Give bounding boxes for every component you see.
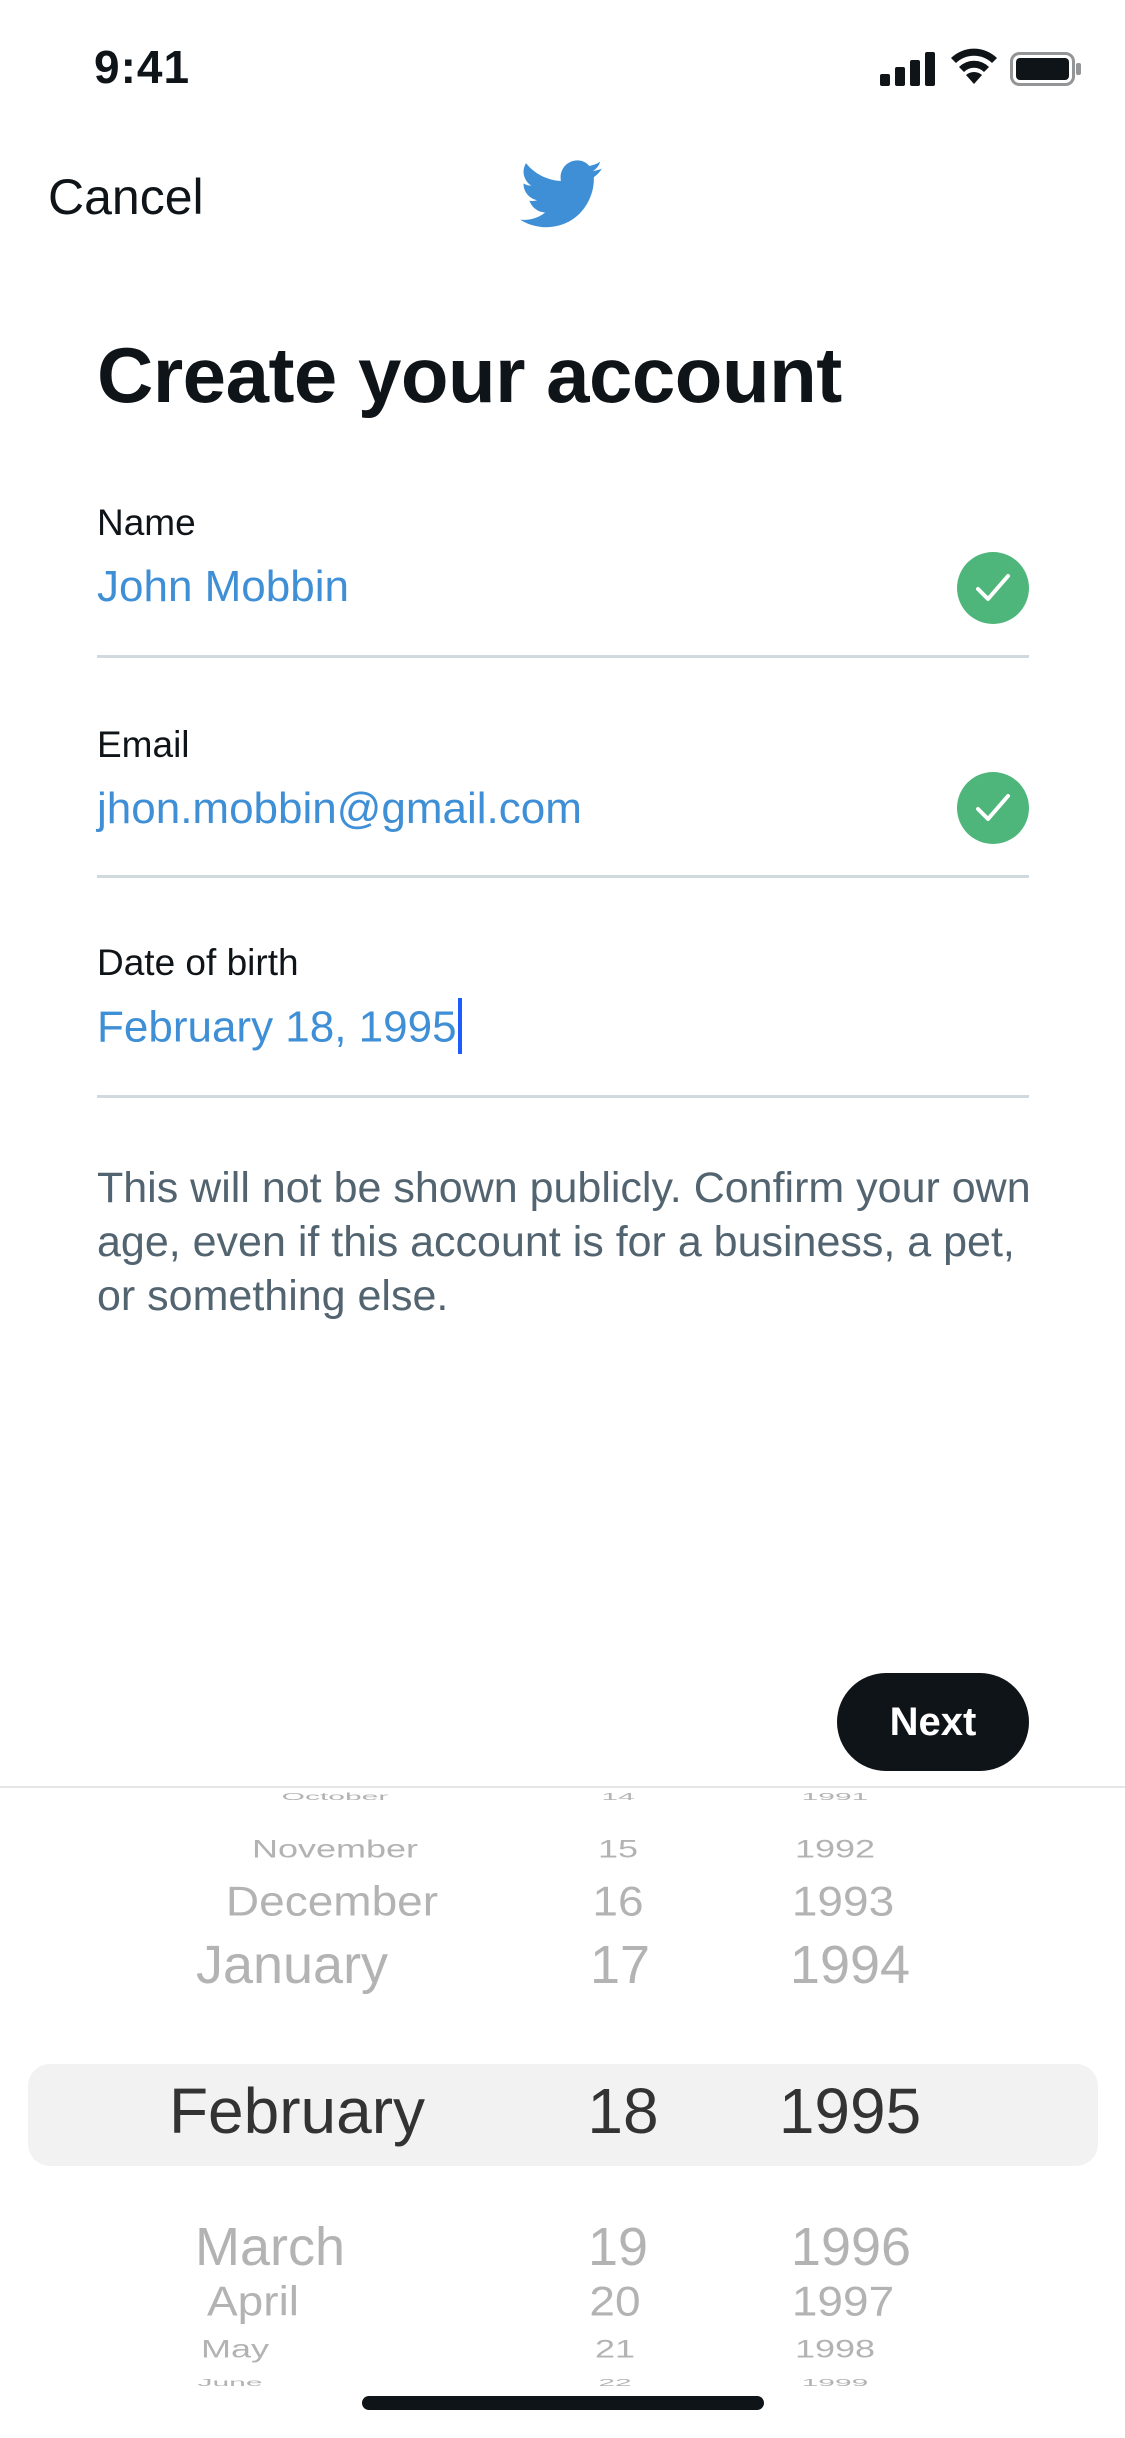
name-label: Name [97,502,196,543]
cancel-button[interactable]: Cancel [48,168,204,226]
battery-icon [1010,52,1081,86]
status-bar: 9:41 [0,0,1125,140]
date-of-birth-label: Date of birth [97,942,299,983]
picker-year-1991[interactable]: 1991 [625,1791,1045,1803]
status-time: 9:41 [94,41,191,93]
name-field[interactable]: Name John Mobbin [97,500,1029,658]
picker-year-1992[interactable]: 1992 [625,1834,1045,1863]
email-valid-check-icon [957,772,1029,844]
picker-year-1998[interactable]: 1998 [625,2334,1045,2363]
cellular-signal-icon [880,52,935,86]
home-indicator [362,2396,764,2410]
date-of-birth-field[interactable]: Date of birth February 18, 1995 [97,940,1029,1098]
picker-year-1995[interactable]: 1995 [640,2074,1060,2148]
picker-month-June[interactable]: June [20,2377,440,2389]
wifi-icon [951,48,997,84]
email-field[interactable]: Email jhon.mobbin@gmail.com [97,722,1029,878]
date-picker[interactable]: October November December January February Ma… [0,1786,1125,2438]
text-cursor [457,998,462,1054]
picker-year-1997[interactable]: 1997 [633,2277,1053,2326]
next-button[interactable]: Next [837,1673,1029,1771]
name-valid-check-icon [957,552,1029,624]
name-input[interactable]: John Mobbin [97,562,349,612]
picker-year-1996[interactable]: 1996 [641,2216,1061,2278]
email-label: Email [97,724,190,765]
picker-month-April[interactable]: April [43,2277,463,2326]
date-of-birth-input[interactable]: February 18, 1995 [97,998,462,1058]
picker-month-May[interactable]: May [25,2334,445,2363]
email-input[interactable]: jhon.mobbin@gmail.com [97,784,582,834]
page-title: Create your account [97,331,842,419]
picker-year-1993[interactable]: 1993 [633,1877,1053,1926]
date-of-birth-value: February 18, 1995 [97,1002,457,1052]
twitter-bird-icon [520,160,603,228]
date-of-birth-helper-text: This will not be shown publicly. Confirm… [97,1164,1031,1320]
picker-year-1999[interactable]: 1999 [625,2377,1045,2389]
picker-year-1994[interactable]: 1994 [640,1934,1060,1996]
